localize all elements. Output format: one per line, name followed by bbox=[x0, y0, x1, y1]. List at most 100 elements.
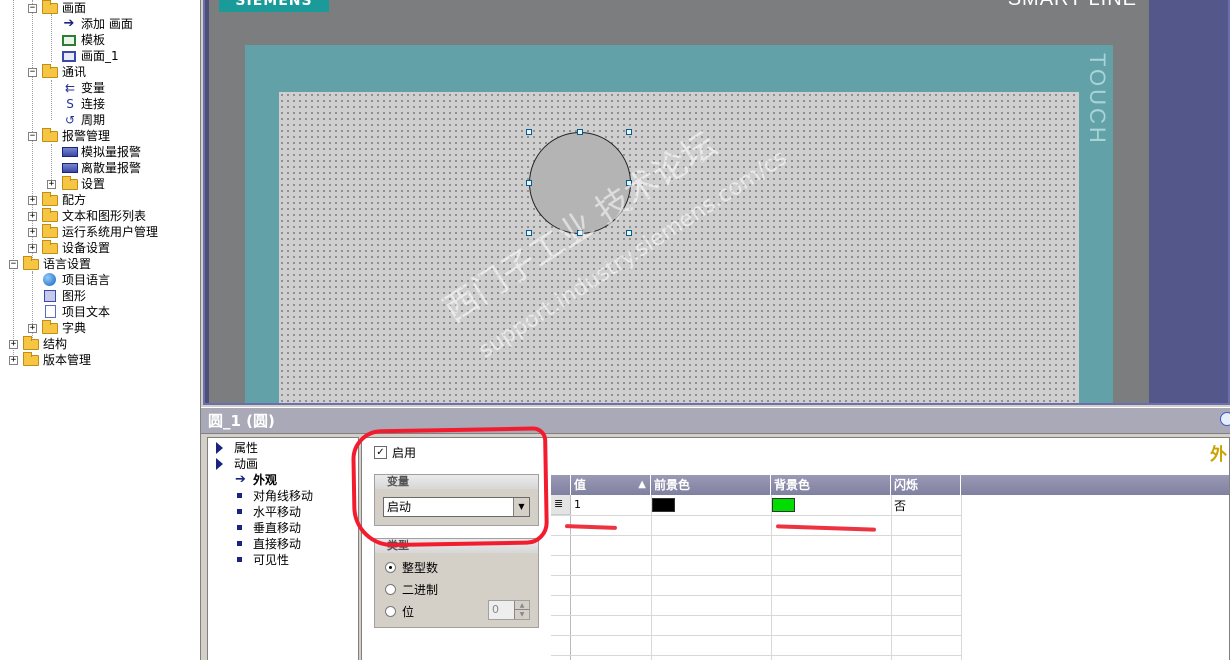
tree-item-label: 添加 画面 bbox=[81, 17, 133, 31]
tree-item-runtime-user-admin[interactable]: + 运行系统用户管理 bbox=[0, 224, 200, 240]
bit-number-stepper[interactable]: 0 ▲ ▼ bbox=[488, 600, 530, 620]
tree-item-screen-1[interactable]: 画面_1 bbox=[0, 48, 200, 64]
foreground-color-swatch[interactable] bbox=[652, 498, 675, 512]
document-icon bbox=[45, 305, 56, 318]
bullet-icon bbox=[237, 557, 242, 562]
column-header-foreground[interactable]: 前景色 bbox=[651, 475, 771, 495]
radio-button[interactable] bbox=[385, 584, 396, 595]
table-cell-value[interactable]: 1 bbox=[574, 498, 581, 511]
tree-item-label: 模板 bbox=[81, 33, 106, 47]
column-header-value[interactable]: 值 ▲ bbox=[571, 475, 651, 495]
collapse-icon[interactable]: − bbox=[9, 260, 18, 269]
expand-icon[interactable]: + bbox=[47, 180, 56, 189]
collapse-icon[interactable]: − bbox=[28, 4, 37, 13]
tag-icon: ⇇ bbox=[64, 81, 76, 95]
tree-item-cycles[interactable]: ↺ 周期 bbox=[0, 112, 200, 128]
folder-icon bbox=[42, 64, 58, 78]
truncated-label: 外 bbox=[1210, 445, 1227, 465]
tree-item-structures[interactable]: + 结构 bbox=[0, 336, 200, 352]
column-header-blink[interactable]: 闪烁 bbox=[891, 475, 961, 495]
connection-icon: S bbox=[66, 97, 74, 111]
tree-item-discrete-alarms[interactable]: 离散量报警 bbox=[0, 160, 200, 176]
tree-item-screens[interactable]: − 画面 bbox=[0, 0, 200, 16]
tree-item-dictionaries[interactable]: + 字典 bbox=[0, 320, 200, 336]
background-color-swatch[interactable] bbox=[772, 498, 795, 512]
expand-icon[interactable]: + bbox=[28, 324, 37, 333]
tree-item-tags[interactable]: ⇇ 变量 bbox=[0, 80, 200, 96]
resize-handle[interactable] bbox=[577, 230, 583, 236]
tree-item-connections[interactable]: S 连接 bbox=[0, 96, 200, 112]
bullet-icon bbox=[237, 525, 242, 530]
help-icon[interactable] bbox=[1220, 412, 1230, 426]
row-selector[interactable]: ≣ bbox=[551, 495, 571, 515]
annotation-underline bbox=[564, 524, 618, 530]
tree-item-alarm-settings[interactable]: + 设置 bbox=[0, 176, 200, 192]
tree-item-label: 版本管理 bbox=[43, 353, 92, 367]
tree-item-project-texts[interactable]: 项目文本 bbox=[0, 304, 200, 320]
image-icon bbox=[44, 290, 56, 302]
tree-item-label: 设备设置 bbox=[62, 241, 111, 255]
tree-item-label: 变量 bbox=[81, 81, 106, 95]
grid-line bbox=[551, 535, 961, 536]
tree-item-add-screen[interactable]: ➔ 添加 画面 bbox=[0, 16, 200, 32]
tree-item-communication[interactable]: − 通讯 bbox=[0, 64, 200, 80]
nav-item-label: 可见性 bbox=[253, 553, 290, 567]
radio-button[interactable] bbox=[385, 562, 396, 573]
folder-icon bbox=[42, 320, 58, 334]
group-header: 变量 bbox=[375, 475, 538, 489]
resize-handle[interactable] bbox=[626, 129, 632, 135]
hmi-screen-canvas[interactable] bbox=[279, 92, 1079, 403]
folder-icon bbox=[62, 176, 78, 190]
resize-handle[interactable] bbox=[626, 230, 632, 236]
column-header-background[interactable]: 背景色 bbox=[771, 475, 891, 495]
resize-handle[interactable] bbox=[577, 129, 583, 135]
folder-icon bbox=[42, 224, 58, 238]
tree-item-label: 运行系统用户管理 bbox=[62, 225, 159, 239]
nav-item-label: 动画 bbox=[234, 457, 259, 471]
resize-handle[interactable] bbox=[526, 180, 532, 186]
tree-item-project-languages[interactable]: 项目语言 bbox=[0, 272, 200, 288]
collapse-icon[interactable]: − bbox=[28, 132, 37, 141]
tree-item-label: 设置 bbox=[81, 177, 106, 191]
expand-icon[interactable]: + bbox=[28, 244, 37, 253]
bullet-icon bbox=[237, 541, 242, 546]
resize-handle[interactable] bbox=[526, 230, 532, 236]
circle-object[interactable] bbox=[529, 132, 631, 234]
folder-icon bbox=[23, 336, 39, 350]
stepper-up-icon[interactable]: ▲ bbox=[514, 601, 529, 610]
tree-item-alarm-management[interactable]: − 报警管理 bbox=[0, 128, 200, 144]
radio-button[interactable] bbox=[385, 606, 396, 617]
grid-line bbox=[961, 495, 962, 660]
variable-dropdown[interactable]: 启动 ▼ bbox=[383, 497, 530, 517]
table-cell-blink[interactable]: 否 bbox=[894, 497, 906, 514]
dropdown-value: 启动 bbox=[387, 500, 412, 514]
resize-handle[interactable] bbox=[526, 129, 532, 135]
grid-line bbox=[551, 515, 961, 516]
tree-item-label: 配方 bbox=[62, 193, 87, 207]
expand-icon[interactable]: + bbox=[9, 340, 18, 349]
device-bezel: TOUCH bbox=[245, 45, 1113, 403]
column-header-empty bbox=[961, 475, 1229, 495]
tree-item-recipes[interactable]: + 配方 bbox=[0, 192, 200, 208]
expand-icon[interactable]: + bbox=[9, 356, 18, 365]
stepper-value: 0 bbox=[492, 603, 499, 616]
grid-line bbox=[551, 555, 961, 556]
tree-item-device-settings[interactable]: + 设备设置 bbox=[0, 240, 200, 256]
resize-handle[interactable] bbox=[626, 180, 632, 186]
tree-item-graphics[interactable]: 图形 bbox=[0, 288, 200, 304]
collapse-icon[interactable]: − bbox=[28, 68, 37, 77]
nav-item-label: 对角线移动 bbox=[253, 489, 314, 503]
tree-item-template[interactable]: 模板 bbox=[0, 32, 200, 48]
tree-item-label: 语言设置 bbox=[43, 257, 92, 271]
expand-icon[interactable]: + bbox=[28, 212, 37, 221]
folder-icon bbox=[42, 0, 58, 14]
tree-item-version-management[interactable]: + 版本管理 bbox=[0, 352, 200, 368]
enable-checkbox[interactable]: ✓ bbox=[374, 446, 387, 459]
expand-icon[interactable]: + bbox=[28, 228, 37, 237]
tree-item-language-settings[interactable]: − 语言设置 bbox=[0, 256, 200, 272]
expand-icon[interactable]: + bbox=[28, 196, 37, 205]
chevron-down-icon[interactable]: ▼ bbox=[513, 498, 529, 516]
tree-item-text-graphic-lists[interactable]: + 文本和图形列表 bbox=[0, 208, 200, 224]
tree-item-analog-alarms[interactable]: 模拟量报警 bbox=[0, 144, 200, 160]
stepper-down-icon[interactable]: ▼ bbox=[514, 610, 529, 619]
